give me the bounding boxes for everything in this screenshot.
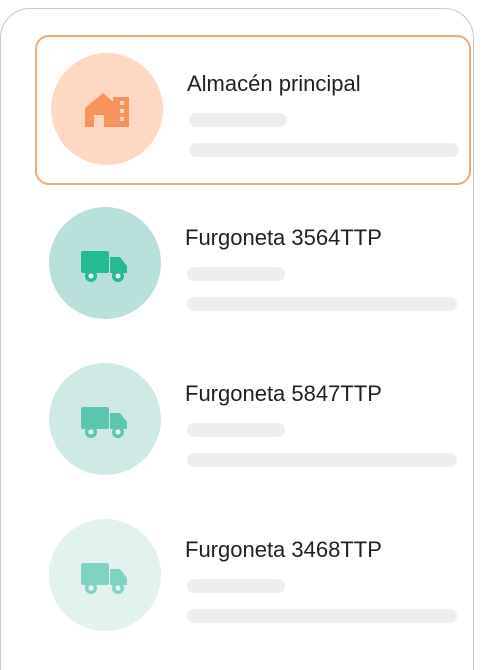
item-avatar: [49, 363, 161, 475]
item-avatar: [51, 53, 163, 165]
placeholder-bar-short: [187, 579, 285, 593]
placeholder-bar-long: [187, 453, 457, 467]
item-title: Furgoneta 5847TTP: [185, 381, 382, 406]
item-avatar: [49, 207, 161, 319]
location-list-card: Almacén principal Furgoneta 3564TTP Furg…: [0, 8, 474, 670]
list-item-furgoneta-3468ttp[interactable]: Furgoneta 3468TTP: [35, 503, 471, 653]
item-title: Furgoneta 3564TTP: [185, 225, 382, 250]
placeholder-bar-long: [189, 143, 459, 157]
placeholder-bar-long: [187, 609, 457, 623]
list-item-furgoneta-5847ttp[interactable]: Furgoneta 5847TTP: [35, 347, 471, 497]
item-title: Furgoneta 3468TTP: [185, 537, 382, 562]
list-item-almacen-principal[interactable]: Almacén principal: [35, 35, 471, 185]
placeholder-bar-long: [187, 297, 457, 311]
item-title: Almacén principal: [187, 71, 361, 96]
placeholder-bar-short: [189, 113, 287, 127]
list-item-furgoneta-3564ttp[interactable]: Furgoneta 3564TTP: [35, 191, 471, 341]
item-avatar: [49, 519, 161, 631]
placeholder-bar-short: [187, 267, 285, 281]
placeholder-bar-short: [187, 423, 285, 437]
